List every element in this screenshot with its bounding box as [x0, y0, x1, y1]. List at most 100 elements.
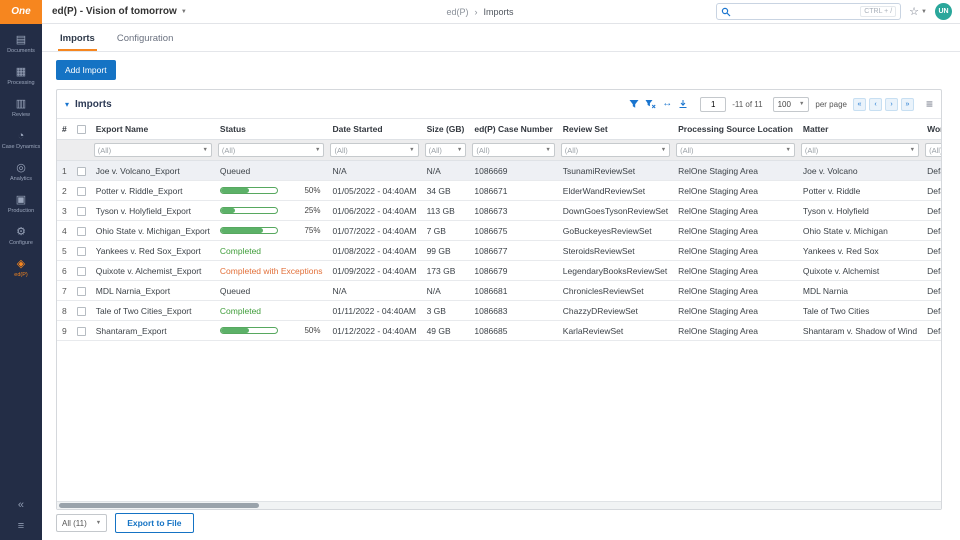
- table-row[interactable]: 5 Yankees v. Red Sox_Export Completed 01…: [57, 240, 941, 262]
- table-row[interactable]: 6 Quixote v. Alchemist_Export Completed …: [57, 260, 941, 282]
- production-icon: ▣: [15, 194, 27, 206]
- breadcrumb-separator: ›: [474, 6, 478, 17]
- tab-imports[interactable]: Imports: [58, 27, 97, 51]
- horizontal-scrollbar-thumb[interactable]: [59, 503, 259, 508]
- grid-menu-icon[interactable]: ≡: [926, 97, 933, 111]
- clear-filters-icon[interactable]: [645, 99, 656, 109]
- search-input[interactable]: [735, 7, 857, 16]
- table-filter-row: (All) ▼ (All) ▼ (All) ▼ (All) ▼ (All) ▼ (All) ▼ (All…: [57, 139, 941, 162]
- review-set-cell: SteroidsReviewSet: [557, 240, 674, 262]
- size-cell: N/A: [421, 280, 470, 302]
- chevron-down-icon: ▼: [202, 147, 208, 154]
- filter-select-source_location[interactable]: (All) ▼: [676, 143, 795, 158]
- filter-select-size[interactable]: (All) ▼: [424, 143, 467, 158]
- date-started-cell: 01/09/2022 - 04:40AM: [327, 260, 422, 282]
- export-list-icon[interactable]: [678, 99, 688, 109]
- user-avatar[interactable]: UN: [935, 3, 952, 20]
- first-page-button[interactable]: «: [852, 97, 866, 111]
- status-label: Queued: [219, 165, 251, 176]
- column-header-date_started[interactable]: Date Started: [327, 119, 422, 141]
- size-cell: 113 GB: [421, 200, 470, 222]
- row-checkbox-cell: [71, 180, 91, 202]
- tab-configuration[interactable]: Configuration: [115, 27, 176, 51]
- sidebar-item-review[interactable]: ▥ Review: [0, 92, 42, 124]
- workspace-cell: Default Workspace: [922, 200, 941, 222]
- row-checkbox[interactable]: [76, 186, 86, 196]
- sidebar-item-documents[interactable]: ▤ Documents: [0, 28, 42, 60]
- row-checkbox[interactable]: [76, 286, 86, 296]
- table-row[interactable]: 8 Tale of Two Cities_Export Completed 01…: [57, 300, 941, 322]
- add-import-button[interactable]: Add Import: [56, 60, 116, 80]
- filter-select-case_number[interactable]: (All) ▼: [472, 143, 555, 158]
- filter-select-date_started[interactable]: (All) ▼: [330, 143, 419, 158]
- table-row[interactable]: 2 Potter v. Riddle_Export 50% 01/05/2022…: [57, 180, 941, 202]
- column-header-size[interactable]: Size (GB): [421, 119, 470, 141]
- date-started-cell: 01/06/2022 - 04:40AM: [327, 200, 422, 222]
- table-row[interactable]: 4 Ohio State v. Michigan_Export 75% 01/0…: [57, 220, 941, 242]
- sidebar-item-processing[interactable]: ▦ Processing: [0, 60, 42, 92]
- matter-cell: Quixote v. Alchemist: [797, 260, 923, 282]
- export-name-cell: Yankees v. Red Sox_Export: [90, 240, 215, 262]
- column-header-status[interactable]: Status: [214, 119, 328, 141]
- last-page-button[interactable]: »: [900, 97, 914, 111]
- sidebar-item-label: ed(P): [14, 272, 28, 278]
- review-set-cell: GoBuckeyesReviewSet: [557, 220, 674, 242]
- row-checkbox[interactable]: [76, 226, 86, 236]
- resize-columns-icon[interactable]: ↔: [662, 99, 672, 109]
- page-size-select[interactable]: 100 ▼: [772, 96, 810, 112]
- mass-action-bar: All (11) ▼ Export to File: [42, 510, 960, 540]
- filter-select-review_set[interactable]: (All) ▼: [560, 143, 671, 158]
- next-page-button[interactable]: ›: [884, 97, 898, 111]
- sidebar-item-edp[interactable]: ◈ ed(P): [0, 252, 42, 284]
- filter-select-export_name[interactable]: (All) ▼: [93, 143, 212, 158]
- collapse-sidebar-icon[interactable]: «: [18, 499, 24, 511]
- filter-select-status[interactable]: (All) ▼: [217, 143, 325, 158]
- sidebar-item-analytics[interactable]: ◎ Analytics: [0, 156, 42, 188]
- column-header-export_name[interactable]: Export Name: [90, 119, 215, 141]
- row-checkbox[interactable]: [76, 266, 86, 276]
- global-search[interactable]: CTRL + /: [716, 3, 902, 20]
- sidebar-item-case-dynamics[interactable]: ◔ Case Dynamics: [0, 124, 42, 156]
- sidebar-menu-icon[interactable]: ≡: [18, 520, 24, 532]
- previous-page-button[interactable]: ‹: [868, 97, 882, 111]
- column-header-review_set[interactable]: Review Set: [557, 119, 674, 141]
- favorites-dropdown[interactable]: ☆ ▼: [909, 5, 927, 18]
- case-number-cell: 1086671: [469, 180, 558, 202]
- sidebar-bottom: « ≡: [18, 499, 24, 540]
- table-row[interactable]: 7 MDL Narnia_Export Queued N/A N/A 10866…: [57, 280, 941, 302]
- table-row[interactable]: 3 Tyson v. Holyfield_Export 25% 01/06/20…: [57, 200, 941, 222]
- filter-select-workspace[interactable]: (All)▼: [925, 143, 941, 158]
- horizontal-scrollbar[interactable]: [57, 501, 941, 509]
- table-row[interactable]: 1 Joe v. Volcano_Export Queued N/A N/A 1…: [57, 160, 941, 182]
- column-header-case_number[interactable]: ed(P) Case Number: [469, 119, 558, 141]
- mass-operation-scope-select[interactable]: All (11) ▼: [56, 514, 108, 532]
- workspace-cell: Default Workspace: [922, 260, 941, 282]
- collapse-panel-icon[interactable]: ▾: [65, 100, 69, 109]
- row-checkbox[interactable]: [76, 206, 86, 216]
- row-checkbox[interactable]: [76, 166, 86, 176]
- export-to-file-button[interactable]: Export to File: [115, 513, 194, 533]
- row-checkbox[interactable]: [76, 326, 86, 336]
- column-header-num[interactable]: #: [57, 119, 72, 141]
- filter-toggle-icon[interactable]: [629, 99, 639, 109]
- row-checkbox[interactable]: [76, 306, 86, 316]
- row-checkbox[interactable]: [76, 246, 86, 256]
- row-number-cell: 6: [57, 260, 72, 282]
- page-number-input[interactable]: [700, 96, 727, 112]
- table-header-row: # Export Name Status Date Started Size (GB) e…: [57, 119, 941, 141]
- sidebar-item-production[interactable]: ▣ Production: [0, 188, 42, 220]
- breadcrumb-parent[interactable]: ed(P): [446, 7, 468, 17]
- workspace-cell: Default Workspace: [922, 280, 941, 302]
- sidebar-item-configure[interactable]: ⚙ Configure: [0, 220, 42, 252]
- column-header-workspace[interactable]: Workspace: [922, 119, 941, 141]
- relativity-one-logo[interactable]: One: [0, 0, 42, 24]
- source-location-cell: RelOne Staging Area: [673, 320, 798, 342]
- matter-cell: Potter v. Riddle: [797, 180, 923, 202]
- workspace-title-dropdown[interactable]: ed(P) - Vision of tomorrow ▼: [52, 6, 187, 17]
- column-header-source_location[interactable]: Processing Source Location: [673, 119, 798, 141]
- table-row[interactable]: 9 Shantaram_Export 50% 01/12/2022 - 04:4…: [57, 320, 941, 342]
- export-name-cell: Tyson v. Holyfield_Export: [90, 200, 215, 222]
- column-header-matter[interactable]: Matter: [797, 119, 923, 141]
- select-all-checkbox[interactable]: [76, 125, 86, 135]
- filter-select-matter[interactable]: (All) ▼: [800, 143, 920, 158]
